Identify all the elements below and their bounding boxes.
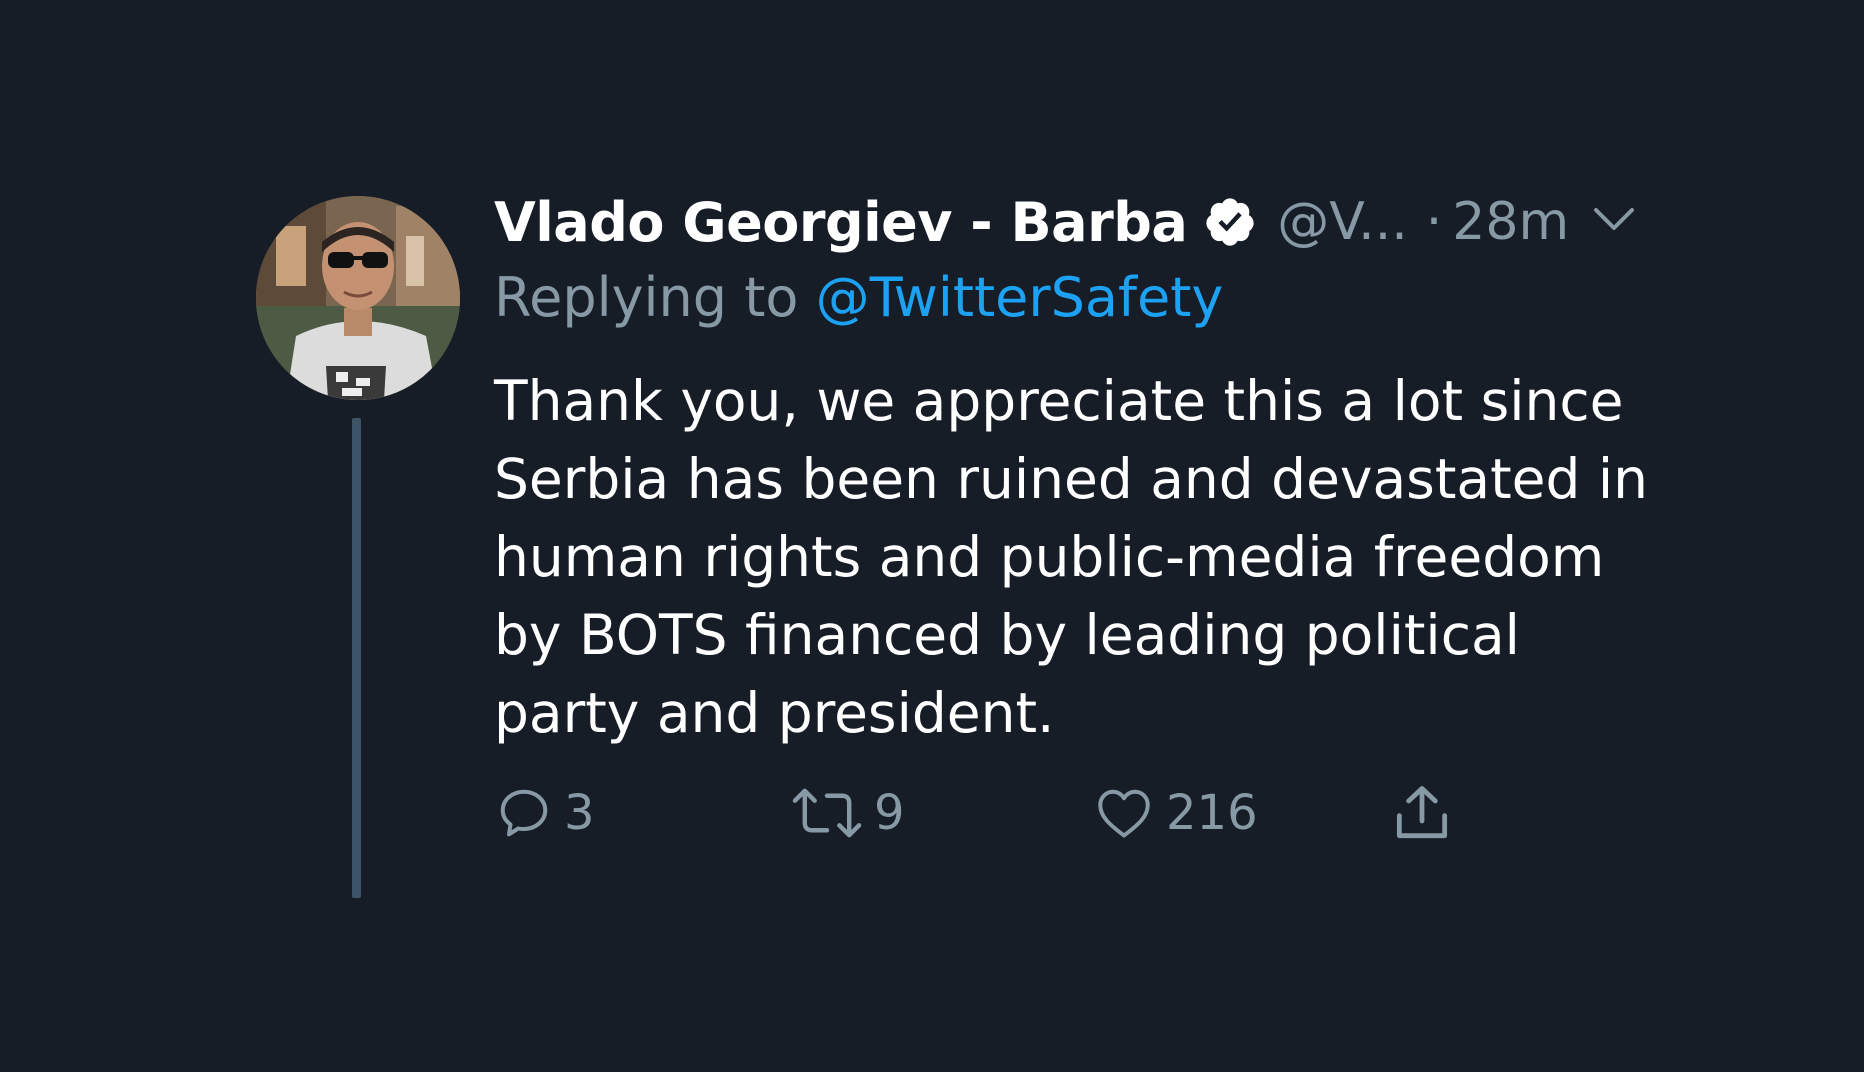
reply-icon <box>494 783 554 843</box>
tweet-text: Thank you, we appreciate this a lot sinc… <box>494 369 1649 745</box>
user-handle[interactable]: @V... <box>1277 192 1407 252</box>
retweet-count: 9 <box>874 785 905 841</box>
reply-count: 3 <box>564 785 595 841</box>
reply-button[interactable]: 3 <box>494 778 595 848</box>
heart-icon <box>1092 783 1156 843</box>
share-button[interactable] <box>1390 778 1454 848</box>
tweet-actions: 3 9 216 <box>494 778 1494 848</box>
retweet-icon <box>790 783 864 843</box>
tweet-header: Vlado Georgiev - Barba @V... · 28m <box>494 190 1569 254</box>
chevron-down-icon[interactable] <box>1590 200 1638 240</box>
avatar-photo <box>256 196 460 400</box>
thread-line <box>352 418 361 898</box>
display-name[interactable]: Vlado Georgiev - Barba <box>494 191 1188 254</box>
reply-handle-link[interactable]: @TwitterSafety <box>816 266 1224 329</box>
tweet: Vlado Georgiev - Barba @V... · 28m Reply… <box>0 0 1864 1072</box>
reply-context: Replying to @TwitterSafety <box>494 266 1223 329</box>
reply-prefix: Replying to <box>494 266 799 329</box>
retweet-button[interactable]: 9 <box>790 778 905 848</box>
separator-dot: · <box>1425 192 1443 252</box>
verified-badge-icon <box>1203 195 1257 249</box>
like-button[interactable]: 216 <box>1092 778 1258 848</box>
share-icon <box>1390 781 1454 845</box>
avatar[interactable] <box>256 196 460 400</box>
like-count: 216 <box>1166 785 1258 841</box>
timestamp[interactable]: 28m <box>1452 192 1569 252</box>
